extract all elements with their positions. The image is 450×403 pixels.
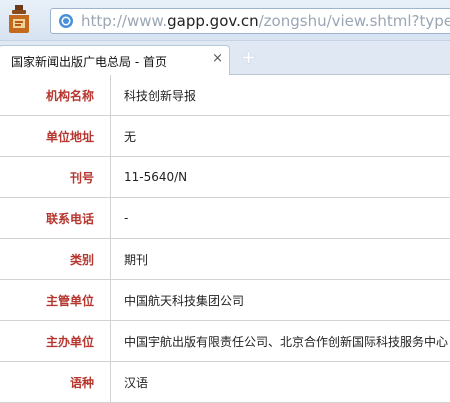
row-label: 语种 (0, 362, 111, 403)
row-value: 11-5640/N (111, 157, 450, 198)
browser-toolbar: http://www.gapp.gov.cn/zongshu/view.shtm… (0, 0, 450, 41)
tab-active[interactable]: 国家新闻出版广电总局 - 首页 × (0, 45, 230, 75)
table-row: 机构名称 科技创新导报 (0, 75, 450, 116)
row-value: - (111, 198, 450, 239)
row-value: 中国航天科技集团公司 (111, 280, 450, 321)
page-icon (58, 13, 74, 29)
table-row: 主管单位 中国航天科技集团公司 (0, 280, 450, 321)
url-prefix: http://www. (81, 12, 167, 30)
close-icon[interactable]: × (212, 51, 223, 67)
new-tab-icon[interactable]: + (241, 49, 256, 67)
address-bar[interactable]: http://www.gapp.gov.cn/zongshu/view.shtm… (50, 8, 450, 34)
row-value: 无 (111, 116, 450, 157)
tab-strip: 国家新闻出版广电总局 - 首页 × + (0, 41, 450, 75)
url-path: /zongshu/view.shtml?type=期刊 (259, 12, 450, 30)
row-label: 类别 (0, 239, 111, 280)
info-table: 机构名称 科技创新导报 单位地址 无 刊号 11-5640/N 联系电话 - 类… (0, 75, 450, 403)
table-row: 主办单位 中国宇航出版有限责任公司、北京合作创新国际科技服务中心 (0, 321, 450, 362)
url-host: gapp.gov.cn (167, 12, 258, 30)
row-value: 汉语 (111, 362, 450, 403)
row-label: 单位地址 (0, 116, 111, 157)
row-label: 联系电话 (0, 198, 111, 239)
info-panel: 机构名称 科技创新导报 单位地址 无 刊号 11-5640/N 联系电话 - 类… (0, 75, 450, 403)
row-label: 主办单位 (0, 321, 111, 362)
table-row: 刊号 11-5640/N (0, 157, 450, 198)
row-value: 中国宇航出版有限责任公司、北京合作创新国际科技服务中心 (111, 321, 450, 362)
tab-title: 国家新闻出版广电总局 - 首页 (11, 53, 167, 70)
table-row: 单位地址 无 (0, 116, 450, 157)
browser-logo-icon[interactable] (6, 4, 32, 34)
row-value: 期刊 (111, 239, 450, 280)
row-label: 刊号 (0, 157, 111, 198)
table-row: 联系电话 - (0, 198, 450, 239)
row-label: 机构名称 (0, 75, 111, 116)
row-label: 主管单位 (0, 280, 111, 321)
url-text[interactable]: http://www.gapp.gov.cn/zongshu/view.shtm… (81, 12, 450, 30)
table-row: 类别 期刊 (0, 239, 450, 280)
row-value: 科技创新导报 (111, 75, 450, 116)
table-row: 语种 汉语 (0, 362, 450, 403)
